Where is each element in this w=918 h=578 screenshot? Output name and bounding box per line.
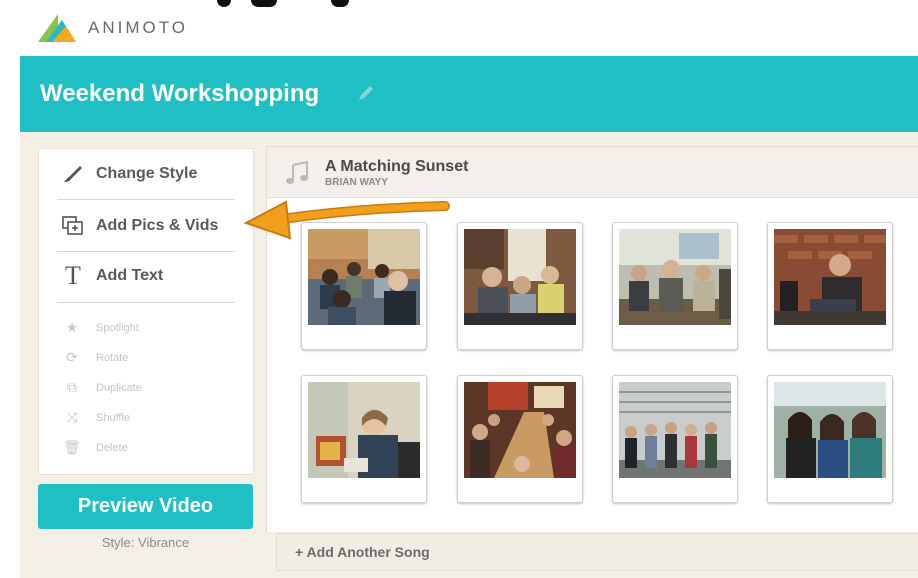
change-style-button[interactable]: Change Style: [59, 163, 197, 185]
delete-button[interactable]: 🗑 Delete: [63, 439, 128, 456]
spotlight-label: Spotlight: [96, 321, 139, 334]
photo-thumbnail[interactable]: [612, 375, 738, 503]
song-artist: BRIAN WAYY: [325, 177, 388, 188]
song-bar[interactable]: A Matching Sunset BRIAN WAYY: [267, 147, 918, 198]
add-media-icon: [59, 215, 87, 237]
logo-text: ANIMOTO: [88, 18, 189, 37]
photo-image: [774, 229, 886, 325]
photo-thumbnail[interactable]: [767, 222, 893, 350]
shuffle-label: Shuffle: [96, 411, 131, 424]
add-text-button[interactable]: T Add Text: [59, 261, 164, 290]
add-pics-vids-label: Add Pics & Vids: [96, 217, 219, 234]
sidebar-divider: [57, 199, 235, 200]
brush-icon: [59, 163, 87, 185]
photo-thumbnail[interactable]: [457, 375, 583, 503]
add-another-song-button[interactable]: + Add Another Song: [276, 533, 918, 571]
add-pics-vids-button[interactable]: Add Pics & Vids: [59, 215, 218, 237]
sidebar-divider: [57, 251, 235, 252]
duplicate-icon: ⧉: [67, 379, 77, 395]
photo-image: [308, 382, 420, 478]
duplicate-label: Duplicate: [96, 381, 142, 394]
logo-icon: [38, 14, 76, 42]
top-bar: ANIMOTO: [20, 0, 918, 56]
project-title: Weekend Workshopping: [40, 80, 320, 107]
pencil-icon[interactable]: [356, 83, 376, 103]
photo-thumbnail[interactable]: [612, 222, 738, 350]
rotate-label: Rotate: [96, 351, 129, 364]
animoto-logo[interactable]: ANIMOTO: [36, 12, 188, 44]
photo-thumbnail[interactable]: [301, 222, 427, 350]
photo-image: [308, 229, 420, 325]
photo-thumbnail[interactable]: [767, 375, 893, 503]
music-note-icon: [286, 161, 308, 184]
add-text-label: Add Text: [96, 267, 164, 284]
star-icon: ★: [65, 319, 79, 335]
photo-image: [464, 382, 576, 478]
photo-image: [619, 229, 731, 325]
sidebar: Change Style Add Pics & Vids T Add Text …: [38, 148, 254, 475]
delete-label: Delete: [96, 441, 128, 454]
storyboard: A Matching Sunset BRIAN WAYY: [266, 146, 918, 532]
rotate-button[interactable]: ⟳ Rotate: [63, 349, 128, 366]
add-song-label: + Add Another Song: [295, 544, 430, 560]
photo-thumbnail[interactable]: [301, 375, 427, 503]
preview-video-button[interactable]: Preview Video: [38, 484, 253, 529]
shuffle-icon: ⤨: [66, 409, 78, 425]
photo-image: [464, 229, 576, 325]
photo-image: [619, 382, 731, 478]
photo-image: [774, 382, 886, 478]
change-style-label: Change Style: [96, 165, 198, 182]
app-frame: ANIMOTO Weekend Workshopping Change Styl…: [20, 0, 918, 578]
photo-thumbnail[interactable]: [457, 222, 583, 350]
song-title: A Matching Sunset: [325, 158, 469, 175]
cropped-mark: [251, 0, 277, 7]
duplicate-button[interactable]: ⧉ Duplicate: [63, 379, 142, 396]
text-icon: T: [65, 261, 81, 290]
sidebar-divider: [57, 302, 235, 303]
project-header: Weekend Workshopping: [20, 56, 918, 132]
trash-icon: 🗑: [63, 439, 81, 455]
shuffle-button[interactable]: ⤨ Shuffle: [63, 409, 130, 426]
rotate-icon: ⟳: [66, 349, 78, 365]
cropped-mark: [331, 0, 349, 7]
cropped-mark: [217, 0, 231, 7]
spotlight-button[interactable]: ★ Spotlight: [63, 319, 139, 336]
style-label: Style: Vibrance: [101, 535, 190, 550]
